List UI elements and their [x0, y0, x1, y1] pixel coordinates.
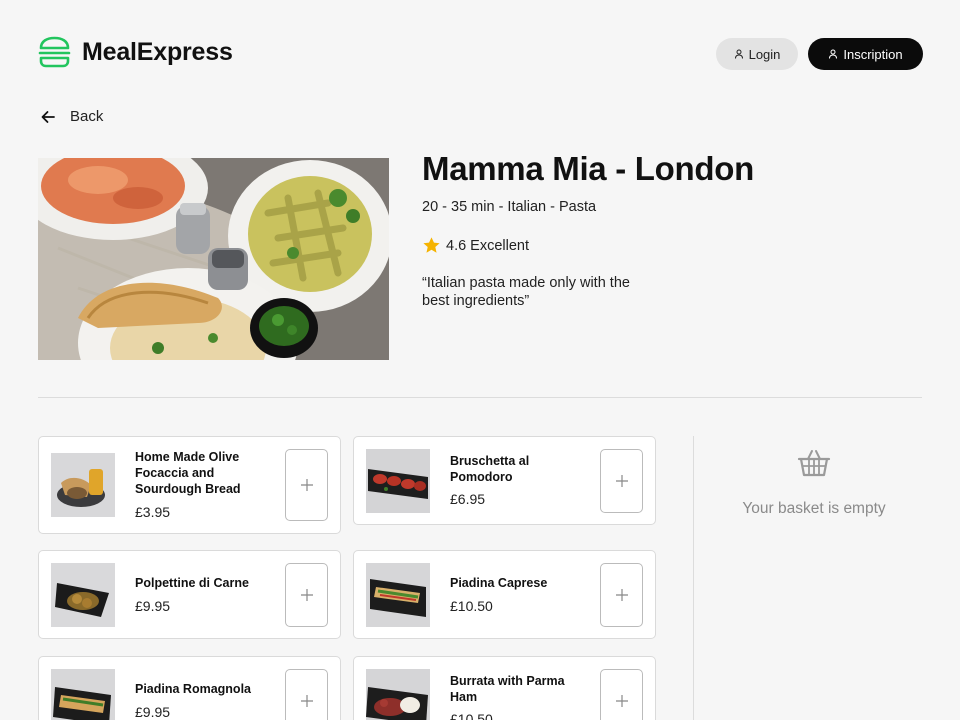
login-button[interactable]: Login — [716, 38, 798, 70]
restaurant-name: Mamma Mia - London — [422, 150, 754, 187]
add-to-basket-button[interactable] — [285, 449, 328, 521]
restaurant-description: “Italian pasta made only with the best i… — [422, 275, 630, 309]
menu-item-name: Burrata with Parma Ham — [450, 674, 565, 704]
menu-item-price: £9.95 — [135, 598, 171, 614]
star-icon — [423, 237, 440, 253]
menu-item-price: £3.95 — [135, 504, 171, 520]
menu-item-name: Polpettine di Carne — [135, 576, 249, 590]
restaurant-meta: 20 - 35 min - Italian - Pasta — [422, 199, 597, 215]
basket-empty-text: Your basket is empty — [742, 500, 886, 517]
signup-button[interactable]: Inscription — [808, 38, 923, 70]
plus-icon — [300, 589, 313, 601]
basket-icon — [797, 450, 831, 477]
menu-item-price: £6.95 — [450, 491, 486, 507]
add-to-basket-button[interactable] — [285, 669, 328, 720]
restaurant-rating: 4.6 Excellent — [422, 236, 529, 255]
menu-item-card[interactable]: Piadina Caprese £10.50 — [353, 550, 656, 639]
basket-panel: Your basket is empty — [694, 436, 934, 556]
menu-item-name: Home Made Olive Focaccia and Sourdough B… — [135, 450, 241, 496]
burger-logo-icon — [38, 36, 71, 68]
menu-item-name: Piadina Romagnola — [135, 682, 251, 696]
app-name: MealExpress — [82, 37, 233, 66]
plus-icon — [300, 479, 313, 491]
header: MealExpress Login Inscription — [0, 0, 960, 100]
menu-item-price: £10.50 — [450, 711, 493, 720]
restaurant-hero-image — [38, 158, 389, 360]
menu-item-card[interactable]: Burrata with Parma Ham £10.50 — [353, 656, 656, 720]
menu-item-image — [51, 453, 115, 517]
signup-label: Inscription — [843, 46, 903, 62]
menu-item-price: £9.95 — [135, 704, 171, 720]
menu-item-image — [366, 669, 430, 720]
plus-icon — [300, 695, 313, 707]
user-icon — [829, 49, 838, 59]
logo[interactable]: MealExpress — [38, 36, 233, 68]
user-icon — [734, 49, 743, 59]
menu-item-card[interactable]: Bruschetta al Pomodoro £6.95 — [353, 436, 656, 525]
arrow-left-icon — [41, 110, 55, 123]
menu-item-image — [51, 669, 115, 720]
add-to-basket-button[interactable] — [600, 563, 643, 627]
menu-item-image — [51, 563, 115, 627]
menu-item-image — [366, 449, 430, 513]
add-to-basket-button[interactable] — [285, 563, 328, 627]
menu-item-name: Bruschetta al Pomodoro — [450, 454, 530, 484]
back-label: Back — [70, 108, 104, 125]
back-button[interactable]: Back — [40, 108, 103, 125]
menu-item-name: Piadina Caprese — [450, 576, 548, 590]
plus-icon — [615, 475, 628, 487]
menu-item-card[interactable]: Piadina Romagnola £9.95 — [38, 656, 341, 720]
add-to-basket-button[interactable] — [600, 669, 643, 720]
menu-item-price: £10.50 — [450, 598, 493, 614]
menu-item-card[interactable]: Polpettine di Carne £9.95 — [38, 550, 341, 639]
plus-icon — [615, 695, 628, 707]
add-to-basket-button[interactable] — [600, 449, 643, 513]
login-label: Login — [748, 46, 781, 62]
rating-text: 4.6 Excellent — [446, 237, 530, 254]
menu-item-card[interactable]: Home Made Olive Focaccia and Sourdough B… — [38, 436, 341, 534]
section-divider — [38, 397, 922, 398]
menu-item-image — [366, 563, 430, 627]
plus-icon — [615, 589, 628, 601]
